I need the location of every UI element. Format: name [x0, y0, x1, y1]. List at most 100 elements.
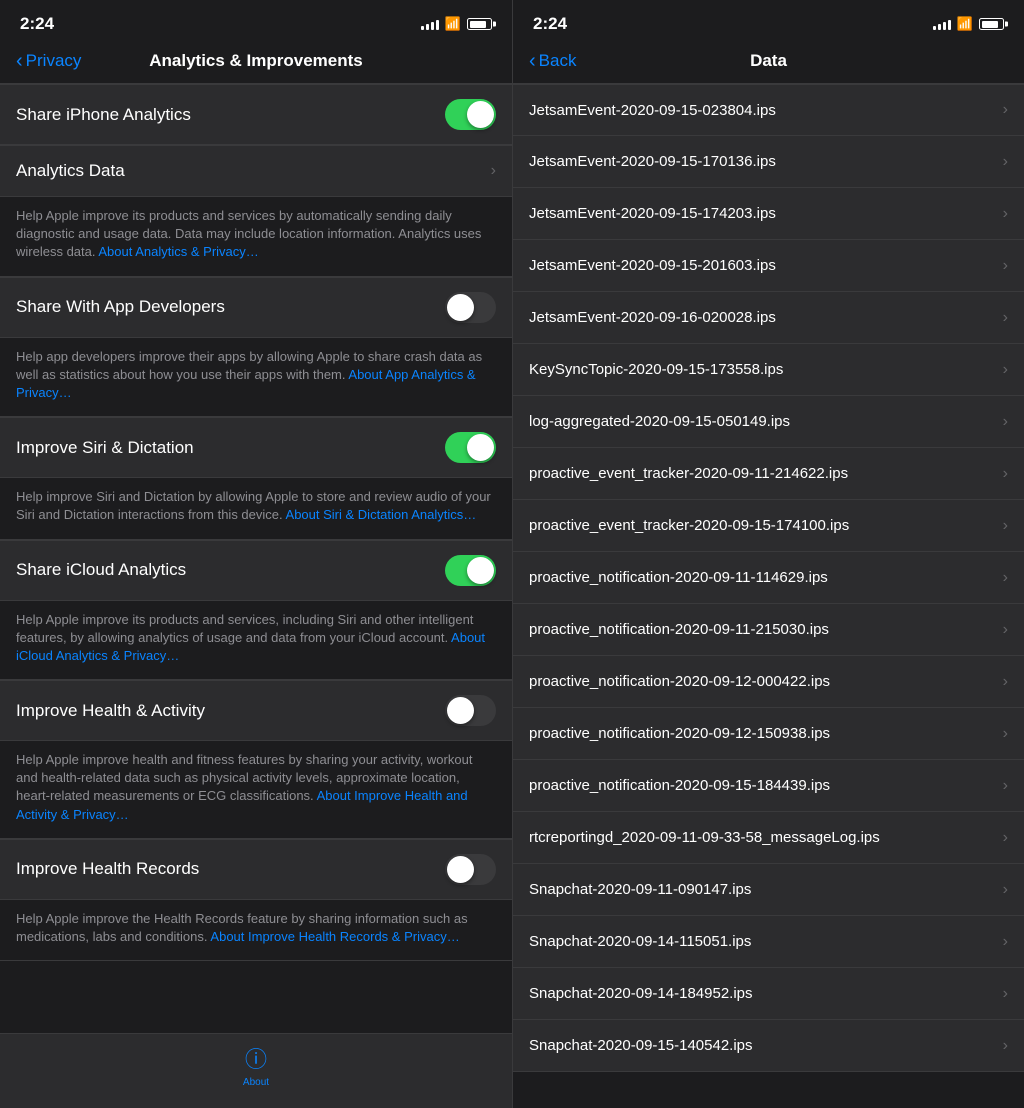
data-item-label: JetsamEvent-2020-09-15-023804.ips	[529, 102, 995, 119]
data-item-label: proactive_notification-2020-09-15-184439…	[529, 777, 995, 794]
list-item-chevron: ›	[1003, 985, 1008, 1003]
time-left: 2:24	[20, 14, 54, 34]
analytics-description-block: Help Apple improve its products and serv…	[0, 197, 512, 277]
data-list-item[interactable]: JetsamEvent-2020-09-15-170136.ips ›	[513, 136, 1024, 188]
list-item-chevron: ›	[1003, 413, 1008, 431]
signal-bars-right	[933, 18, 951, 30]
data-item-label: JetsamEvent-2020-09-16-020028.ips	[529, 309, 995, 326]
status-bar-right: 2:24 📶	[513, 0, 1024, 40]
analytics-data-row[interactable]: Analytics Data ›	[0, 145, 512, 197]
improve-siri-row[interactable]: Improve Siri & Dictation	[0, 417, 512, 478]
list-item-chevron: ›	[1003, 361, 1008, 379]
data-item-label: proactive_notification-2020-09-12-150938…	[529, 725, 995, 742]
improve-health-records-toggle[interactable]	[445, 854, 496, 885]
list-item-chevron: ›	[1003, 153, 1008, 171]
app-developers-description-text: Help app developers improve their apps b…	[16, 349, 482, 400]
share-iphone-analytics-row[interactable]: Share iPhone Analytics	[0, 84, 512, 145]
share-icloud-toggle[interactable]	[445, 555, 496, 586]
improve-health-row[interactable]: Improve Health & Activity	[0, 680, 512, 741]
list-item-chevron: ›	[1003, 517, 1008, 535]
health-description-text: Help Apple improve health and fitness fe…	[16, 752, 472, 822]
data-list-item[interactable]: proactive_notification-2020-09-15-184439…	[513, 760, 1024, 812]
analytics-data-label: Analytics Data	[16, 161, 125, 181]
data-list-item[interactable]: Snapchat-2020-09-11-090147.ips›	[513, 864, 1024, 916]
improve-health-label: Improve Health & Activity	[16, 701, 205, 721]
signal-bar-1	[421, 26, 424, 30]
toggle-thumb-health-records	[447, 856, 474, 883]
battery-fill-right	[982, 21, 998, 28]
signal-bar-4	[436, 20, 439, 30]
share-iphone-analytics-toggle[interactable]	[445, 99, 496, 130]
left-panel: 2:24 📶 ‹ Privacy Analytics & Improvement…	[0, 0, 512, 1108]
data-list-item[interactable]: JetsamEvent-2020-09-15-174203.ips›	[513, 188, 1024, 240]
siri-description-block: Help improve Siri and Dictation by allow…	[0, 478, 512, 539]
data-list-item[interactable]: Snapchat-2020-09-15-140542.ips›	[513, 1020, 1024, 1072]
signal-bars-left	[421, 18, 439, 30]
data-list-item[interactable]: Snapchat-2020-09-14-115051.ips›	[513, 916, 1024, 968]
data-list-item[interactable]: rtcreportingd_2020-09-11-09-33-58_messag…	[513, 812, 1024, 864]
battery-icon-left	[467, 18, 492, 30]
list-item-chevron: ›	[1003, 569, 1008, 587]
signal-bar-r1	[933, 26, 936, 30]
share-iphone-analytics-label: Share iPhone Analytics	[16, 105, 191, 125]
icloud-description-text: Help Apple improve its products and serv…	[16, 612, 485, 663]
data-list-item[interactable]: proactive_event_tracker-2020-09-15-17410…	[513, 500, 1024, 552]
list-item-chevron: ›	[1003, 725, 1008, 743]
share-app-developers-toggle[interactable]	[445, 292, 496, 323]
data-item-label: proactive_notification-2020-09-11-114629…	[529, 569, 995, 586]
data-item-label: JetsamEvent-2020-09-15-170136.ips	[529, 153, 995, 170]
improve-siri-toggle[interactable]	[445, 432, 496, 463]
list-item-chevron: ›	[1003, 257, 1008, 275]
data-list-item[interactable]: JetsamEvent-2020-09-15-201603.ips ›	[513, 240, 1024, 292]
data-item-label: JetsamEvent-2020-09-15-174203.ips	[529, 205, 995, 222]
siri-analytics-link[interactable]: About Siri & Dictation Analytics…	[286, 507, 477, 522]
signal-bar-r3	[943, 22, 946, 30]
list-item-chevron: ›	[1003, 829, 1008, 847]
data-item-label: rtcreportingd_2020-09-11-09-33-58_messag…	[529, 829, 995, 846]
back-chevron-left: ‹	[16, 51, 23, 71]
data-item-label: log-aggregated-2020-09-15-050149.ips	[529, 413, 995, 430]
signal-bar-3	[431, 22, 434, 30]
share-icloud-label: Share iCloud Analytics	[16, 560, 186, 580]
tab-about[interactable]: ⓘ About	[243, 1042, 269, 1088]
back-label-left: Privacy	[26, 51, 82, 71]
tab-bar: ⓘ About	[0, 1033, 512, 1108]
data-item-label: Snapchat-2020-09-15-140542.ips	[529, 1037, 995, 1054]
right-panel: 2:24 📶 ‹ Back Data JetsamEvent-2020-09-1…	[512, 0, 1024, 1108]
data-list-item[interactable]: Snapchat-2020-09-14-184952.ips›	[513, 968, 1024, 1020]
analytics-privacy-link[interactable]: About Analytics & Privacy…	[98, 244, 258, 259]
back-button-left[interactable]: ‹ Privacy	[16, 51, 81, 71]
improve-health-toggle[interactable]	[445, 695, 496, 726]
data-list-item[interactable]: proactive_event_tracker-2020-09-11-21462…	[513, 448, 1024, 500]
improve-health-records-row[interactable]: Improve Health Records	[0, 839, 512, 900]
battery-fill-left	[470, 21, 486, 28]
siri-description-text: Help improve Siri and Dictation by allow…	[16, 489, 491, 522]
data-list-item[interactable]: KeySyncTopic-2020-09-15-173558.ips›	[513, 344, 1024, 396]
list-item-chevron: ›	[1003, 777, 1008, 795]
share-app-developers-label: Share With App Developers	[16, 297, 225, 317]
back-label-right: Back	[539, 51, 577, 71]
toggle-thumb-developers	[447, 294, 474, 321]
data-item-label: proactive_notification-2020-09-12-000422…	[529, 673, 995, 690]
data-list-item[interactable]: proactive_notification-2020-09-11-114629…	[513, 552, 1024, 604]
data-list-item[interactable]: JetsamEvent-2020-09-16-020028.ips›	[513, 292, 1024, 344]
analytics-description-text: Help Apple improve its products and serv…	[16, 208, 481, 259]
health-records-description-text: Help Apple improve the Health Records fe…	[16, 911, 468, 944]
signal-bar-r2	[938, 24, 941, 30]
share-icloud-row[interactable]: Share iCloud Analytics	[0, 540, 512, 601]
back-button-right[interactable]: ‹ Back	[529, 51, 576, 71]
data-item-label: JetsamEvent-2020-09-15-201603.ips	[529, 257, 995, 274]
data-list-item[interactable]: proactive_notification-2020-09-11-215030…	[513, 604, 1024, 656]
data-list-item[interactable]: JetsamEvent-2020-09-15-023804.ips›	[513, 84, 1024, 136]
health-records-link[interactable]: About Improve Health Records & Privacy…	[210, 929, 459, 944]
data-list-item[interactable]: proactive_notification-2020-09-12-150938…	[513, 708, 1024, 760]
data-list-item[interactable]: proactive_notification-2020-09-12-000422…	[513, 656, 1024, 708]
page-title-left: Analytics & Improvements	[149, 51, 363, 71]
data-list: JetsamEvent-2020-09-15-023804.ips›Jetsam…	[513, 84, 1024, 1108]
data-item-label: proactive_notification-2020-09-11-215030…	[529, 621, 995, 638]
battery-icon-right	[979, 18, 1004, 30]
nav-bar-right: ‹ Back Data	[513, 40, 1024, 84]
data-list-item[interactable]: log-aggregated-2020-09-15-050149.ips ›	[513, 396, 1024, 448]
toggle-thumb-icloud	[467, 557, 494, 584]
share-app-developers-row[interactable]: Share With App Developers	[0, 277, 512, 338]
